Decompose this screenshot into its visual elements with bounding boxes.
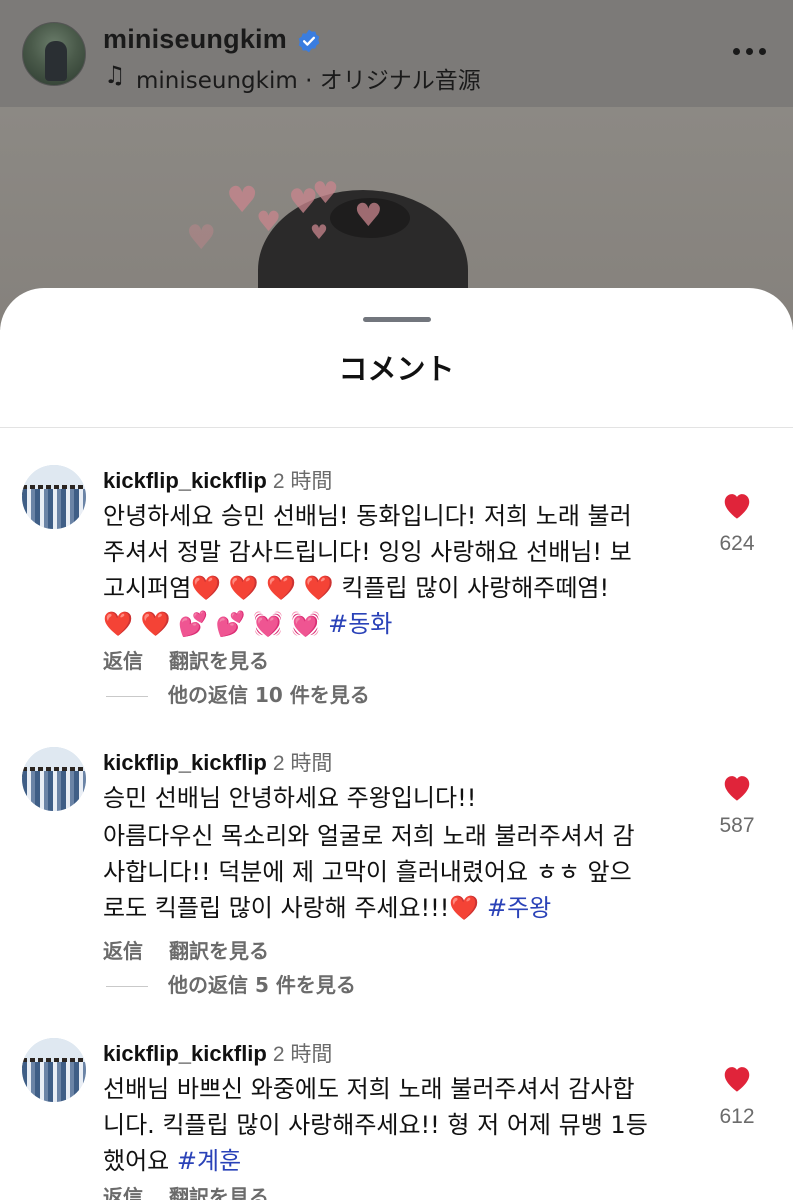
comment-header: kickflip_kickflip 2 時間: [103, 1038, 332, 1068]
commenter-username[interactable]: kickflip_kickflip: [103, 750, 267, 775]
comment-text-fragment: 했어요: [103, 1147, 170, 1175]
comment-line: 사합니다!! 덕분에 제 고막이 흘러내렸어요 ㅎㅎ 앞으: [103, 858, 632, 886]
heart-emoji-icon: ❤️: [449, 894, 480, 922]
view-replies-label: 他の返信 10 件を見る: [168, 683, 370, 707]
reply-button[interactable]: 返信: [103, 1181, 143, 1200]
avatar-figure: [45, 41, 67, 81]
pink-hearts-emoji-icon: 💕 💕 💓 💓: [178, 610, 321, 638]
heart-emoji-icon: ❤️ ❤️ ❤️ ❤️: [191, 574, 334, 602]
commenter-avatar[interactable]: [22, 465, 86, 529]
view-replies-button[interactable]: 他の返信 5 件を見る: [106, 969, 356, 998]
comment-header: kickflip_kickflip 2 時間: [103, 747, 332, 777]
more-horizontal-icon[interactable]: [733, 48, 767, 58]
verified-badge-icon: [298, 29, 320, 53]
comment-text-fragment: 로도 킥플립 많이 사랑해 주세요!!!: [103, 894, 450, 922]
like-button[interactable]: 587: [712, 772, 762, 838]
comment-line: 로도 킥플립 많이 사랑해 주세요!!!❤️ #주왕: [103, 890, 683, 926]
reel-author-avatar[interactable]: [22, 22, 86, 86]
comment-actions: 返信 翻訳を見る: [103, 1181, 269, 1200]
avatar-group: [22, 489, 86, 529]
heart-sticker-icon: ♥: [354, 196, 383, 234]
reply-button[interactable]: 返信: [103, 645, 143, 674]
like-button[interactable]: 612: [712, 1063, 762, 1129]
comment-actions: 返信 翻訳を見る: [103, 935, 269, 964]
heart-sticker-icon: ♥: [256, 205, 282, 238]
like-count: 624: [719, 532, 755, 555]
comment-header: kickflip_kickflip 2 時間: [103, 465, 332, 495]
commenter-username[interactable]: kickflip_kickflip: [103, 468, 267, 493]
heart-filled-icon: [724, 494, 750, 519]
heart-filled-icon: [724, 776, 750, 801]
comments-sheet: コメント kickflip_kickflip 2 時間 안녕하세요 승민 선배님!…: [0, 288, 793, 1200]
view-replies-button[interactable]: 他の返信 10 件を見る: [106, 679, 370, 708]
commenter-avatar[interactable]: [22, 1038, 86, 1102]
comment-line: 했어요 #계훈: [103, 1143, 683, 1179]
like-count: 612: [719, 1105, 755, 1128]
translate-button[interactable]: 翻訳を見る: [169, 645, 269, 674]
comment-text: 안녕하세요 승민 선배님! 동화입니다! 저희 노래 불러 주셔서 정말 감사드…: [103, 498, 683, 642]
translate-button[interactable]: 翻訳を見る: [169, 1181, 269, 1200]
comment-line: 니다. 킥플립 많이 사랑해주세요!! 형 저 어제 뮤뱅 1등: [103, 1111, 648, 1139]
comment-line: 선배님 바쁘신 와중에도 저희 노래 불러주셔서 감사합: [103, 1075, 635, 1103]
comment-text: 선배님 바쁘신 와중에도 저희 노래 불러주셔서 감사합 니다. 킥플립 많이 …: [103, 1071, 683, 1179]
like-button[interactable]: 624: [712, 490, 762, 556]
comment-line: 안녕하세요 승민 선배님! 동화입니다! 저희 노래 불러: [103, 502, 632, 530]
comment-timestamp: 2 時間: [272, 1043, 333, 1066]
heart-filled-icon: [724, 1067, 750, 1092]
comment-timestamp: 2 時間: [272, 752, 333, 775]
commenter-username[interactable]: kickflip_kickflip: [103, 1041, 267, 1066]
reel-audio-label[interactable]: miniseungkim · オリジナル音源: [136, 61, 481, 95]
avatar-group: [22, 1062, 86, 1102]
comment-line: 고시퍼염❤️ ❤️ ❤️ ❤️ 킥플립 많이 사랑해주떼염!: [103, 570, 683, 606]
comment-line: ❤️ ❤️ 💕 💕 💓 💓 #동화: [103, 606, 683, 642]
translate-button[interactable]: 翻訳を見る: [169, 935, 269, 964]
view-replies-label: 他の返信 5 件を見る: [168, 973, 356, 997]
like-count: 587: [719, 814, 755, 837]
heart-emoji-icon: ❤️ ❤️: [103, 610, 171, 638]
commenter-avatar[interactable]: [22, 747, 86, 811]
sheet-title: コメント: [338, 352, 455, 386]
comment-line: 아름다우신 목소리와 얼굴로 저희 노래 불러주셔서 감: [103, 822, 635, 850]
sheet-drag-handle[interactable]: [363, 317, 431, 322]
comment-text-fragment: 고시퍼염: [103, 574, 192, 602]
hashtag-link[interactable]: #동화: [328, 610, 392, 638]
reel-author-username[interactable]: miniseungkim: [103, 24, 287, 55]
comment-line: 주셔서 정말 감사드립니다! 잉잉 사랑해요 선배님! 보: [103, 538, 632, 566]
hashtag-link[interactable]: #주왕: [487, 894, 551, 922]
comment-text: 승민 선배님 안녕하세요 주왕입니다!! 아름다우신 목소리와 얼굴로 저희 노…: [103, 780, 683, 926]
heart-sticker-icon: ♥: [310, 220, 328, 244]
hashtag-link[interactable]: #계훈: [177, 1147, 241, 1175]
heart-sticker-icon: ♥: [226, 180, 259, 221]
replies-line: [106, 696, 148, 697]
comment-actions: 返信 翻訳を見る: [103, 645, 269, 674]
avatar-group: [22, 771, 86, 811]
divider: [0, 427, 793, 428]
comment-timestamp: 2 時間: [272, 470, 333, 493]
reel-header: miniseungkim ♫ miniseungkim · オリジナル音源: [0, 0, 793, 107]
reply-button[interactable]: 返信: [103, 935, 143, 964]
comment-text-fragment: 킥플립 많이 사랑해주떼염!: [333, 574, 610, 602]
replies-line: [106, 986, 148, 987]
music-note-icon: ♫: [104, 61, 126, 89]
comment-line: 승민 선배님 안녕하세요 주왕입니다!!: [103, 784, 477, 812]
heart-sticker-icon: ♥: [186, 218, 217, 258]
heart-sticker-icon: ♥: [312, 176, 339, 211]
